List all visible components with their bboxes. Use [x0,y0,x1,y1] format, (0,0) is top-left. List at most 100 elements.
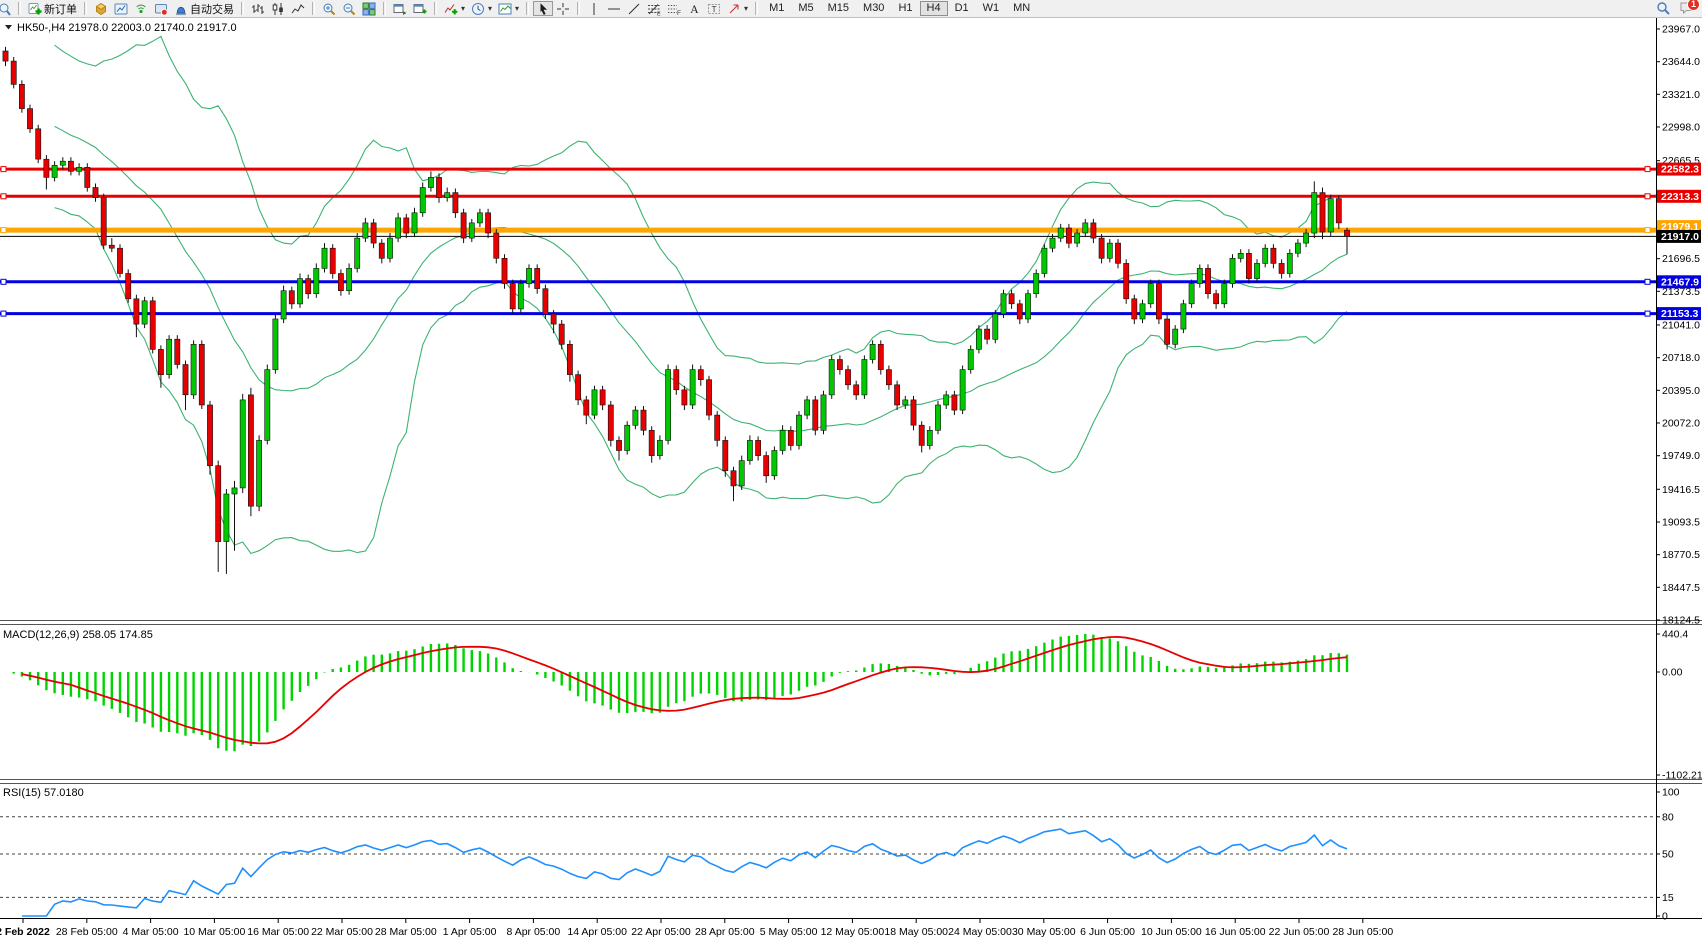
data-window-button[interactable] [111,1,131,17]
signal-icon [134,2,148,16]
svg-text:23967.0: 23967.0 [1662,24,1700,36]
left-edge-magnifier-icon[interactable] [0,1,14,17]
period-clock-icon [471,2,485,16]
fibo-icon: E [647,2,661,16]
svg-text:22582.3: 22582.3 [1661,164,1699,176]
symbol-label[interactable]: HK50-,H4 21978.0 22003.0 21740.0 21917.0 [5,22,237,34]
timeframe-mn-button[interactable]: MN [1006,1,1037,16]
cursor-tool-button[interactable] [533,1,553,16]
toolbar-right: 1 [1656,1,1694,17]
svg-text:22 Apr 05:00: 22 Apr 05:00 [631,926,691,938]
fibonacci-expansion-tool-button[interactable]: F [664,1,684,17]
svg-text:HK50-,H4 21978.0 22003.0 2174: HK50-,H4 21978.0 22003.0 21740.0 21917.0 [17,22,237,34]
toolbar-separator [241,2,244,15]
cascade-windows-button[interactable] [410,1,430,17]
zoom-in-icon [322,2,336,16]
autotrade-button[interactable]: 自动交易 [171,1,237,17]
svg-text:28 Mar 05:00: 28 Mar 05:00 [375,926,437,938]
autotrade-icon [174,2,188,16]
trendline-icon [627,2,641,16]
svg-text:50: 50 [1662,849,1674,861]
svg-text:19749.0: 19749.0 [1662,450,1700,462]
timeframe-m5-button[interactable]: M5 [791,1,820,16]
chevron-down-icon: ▾ [744,4,748,13]
svg-text:18 May 05:00: 18 May 05:00 [884,926,948,938]
timeframe-w1-button[interactable]: W1 [976,1,1007,16]
svg-text:28 Apr 05:00: 28 Apr 05:00 [695,926,755,938]
bar-chart-button[interactable] [248,1,268,17]
svg-text:6 Jun 05:00: 6 Jun 05:00 [1080,926,1135,938]
cursor-icon [536,2,550,16]
toolbar-separator [312,2,315,15]
toolbar-separator [18,2,21,15]
trendline-tool-button[interactable] [624,1,644,17]
svg-text:22313.3: 22313.3 [1661,191,1699,203]
svg-text:21467.9: 21467.9 [1661,276,1699,288]
symbol-dropdown-icon [5,25,12,30]
template-chart-icon [498,2,512,16]
tile-windows-button[interactable] [359,1,379,17]
chat-icon[interactable]: 1 [1680,1,1694,18]
horizontal-line-tool-button[interactable] [604,1,624,17]
macd-label: MACD(12,26,9) 258.05 174.85 [3,629,153,641]
label-t-icon: T [707,2,721,16]
chevron-down-icon: ▾ [515,4,519,13]
timeframe-m15-button[interactable]: M15 [821,1,856,16]
chart-canvas[interactable]: HK50-,H4 21978.0 22003.0 21740.0 21917.0… [0,17,1702,943]
timeframe-m30-button[interactable]: M30 [856,1,891,16]
svg-text:12 May 05:00: 12 May 05:00 [821,926,885,938]
auto-arrange-button[interactable] [390,1,410,17]
toolbar: 新订单自动交易▾▾▾EFAT▾M1M5M15M30H1H4D1W1MN 1 [0,0,1702,18]
toolbar-button-label: 新订单 [44,1,77,17]
text-tool-button[interactable]: A [684,1,704,17]
timeframe-d1-button[interactable]: D1 [948,1,976,16]
shapes-icon [727,2,741,16]
zoom-out-icon [342,2,356,16]
search-icon[interactable] [1656,1,1670,18]
svg-text:0.00: 0.00 [1662,667,1683,679]
fibonacci-retracement-tool-button[interactable]: E [644,1,664,17]
new-order-button[interactable]: 新订单 [25,1,80,17]
candlestick-chart-button[interactable] [268,1,288,17]
templates-menu-button[interactable]: ▾ [495,1,522,17]
new-order-icon [28,2,42,16]
horizontal-levels-layer[interactable] [0,169,1656,314]
svg-text:21917.0: 21917.0 [1661,231,1699,243]
crosshair-tool-button[interactable] [553,1,573,17]
svg-text:E: E [657,11,661,16]
market-watch-button[interactable] [91,1,111,17]
time-axis[interactable]: 2 Feb 202228 Feb 05:004 Mar 05:0010 Mar … [0,919,1393,938]
zoom-in-button[interactable] [319,1,339,17]
svg-text:20718.0: 20718.0 [1662,352,1700,364]
arrange-2-icon [413,2,427,16]
timeframe-h1-button[interactable]: H1 [891,1,919,16]
svg-text:440.4: 440.4 [1662,629,1688,641]
rsi-levels [0,817,1656,898]
timeframe-m1-button[interactable]: M1 [762,1,791,16]
periods-menu-button[interactable]: ▾ [468,1,495,17]
macd-histogram [6,634,1348,751]
strategy-navigator-button[interactable] [131,1,151,17]
text-label-tool-button[interactable]: T [704,1,724,17]
terminal-button[interactable] [151,1,171,17]
svg-text:20072.0: 20072.0 [1662,418,1700,430]
svg-text:8 Apr 05:00: 8 Apr 05:00 [507,926,561,938]
svg-text:14 Apr 05:00: 14 Apr 05:00 [567,926,627,938]
level-handles-layer[interactable] [1,167,1650,317]
svg-text:22 Mar 05:00: 22 Mar 05:00 [311,926,373,938]
line-chart-button[interactable] [288,1,308,17]
svg-text:100: 100 [1662,787,1680,799]
hline-icon [607,2,621,16]
svg-text:21041.0: 21041.0 [1662,320,1700,332]
indicators-menu-button[interactable]: ▾ [441,1,468,17]
timeframe-h4-button[interactable]: H4 [920,1,948,16]
svg-text:10 Jun 05:00: 10 Jun 05:00 [1141,926,1202,938]
svg-text:22998.0: 22998.0 [1662,122,1700,134]
svg-text:19416.5: 19416.5 [1662,484,1700,496]
toolbar-button-label: 自动交易 [190,1,234,17]
arrows-shapes-tool-button[interactable]: ▾ [724,1,751,17]
zoom-out-button[interactable] [339,1,359,17]
price-axis[interactable]: 23967.023644.023321.022998.022665.521696… [1656,24,1702,923]
vertical-line-tool-button[interactable] [584,1,604,17]
svg-text:24 May 05:00: 24 May 05:00 [948,926,1012,938]
